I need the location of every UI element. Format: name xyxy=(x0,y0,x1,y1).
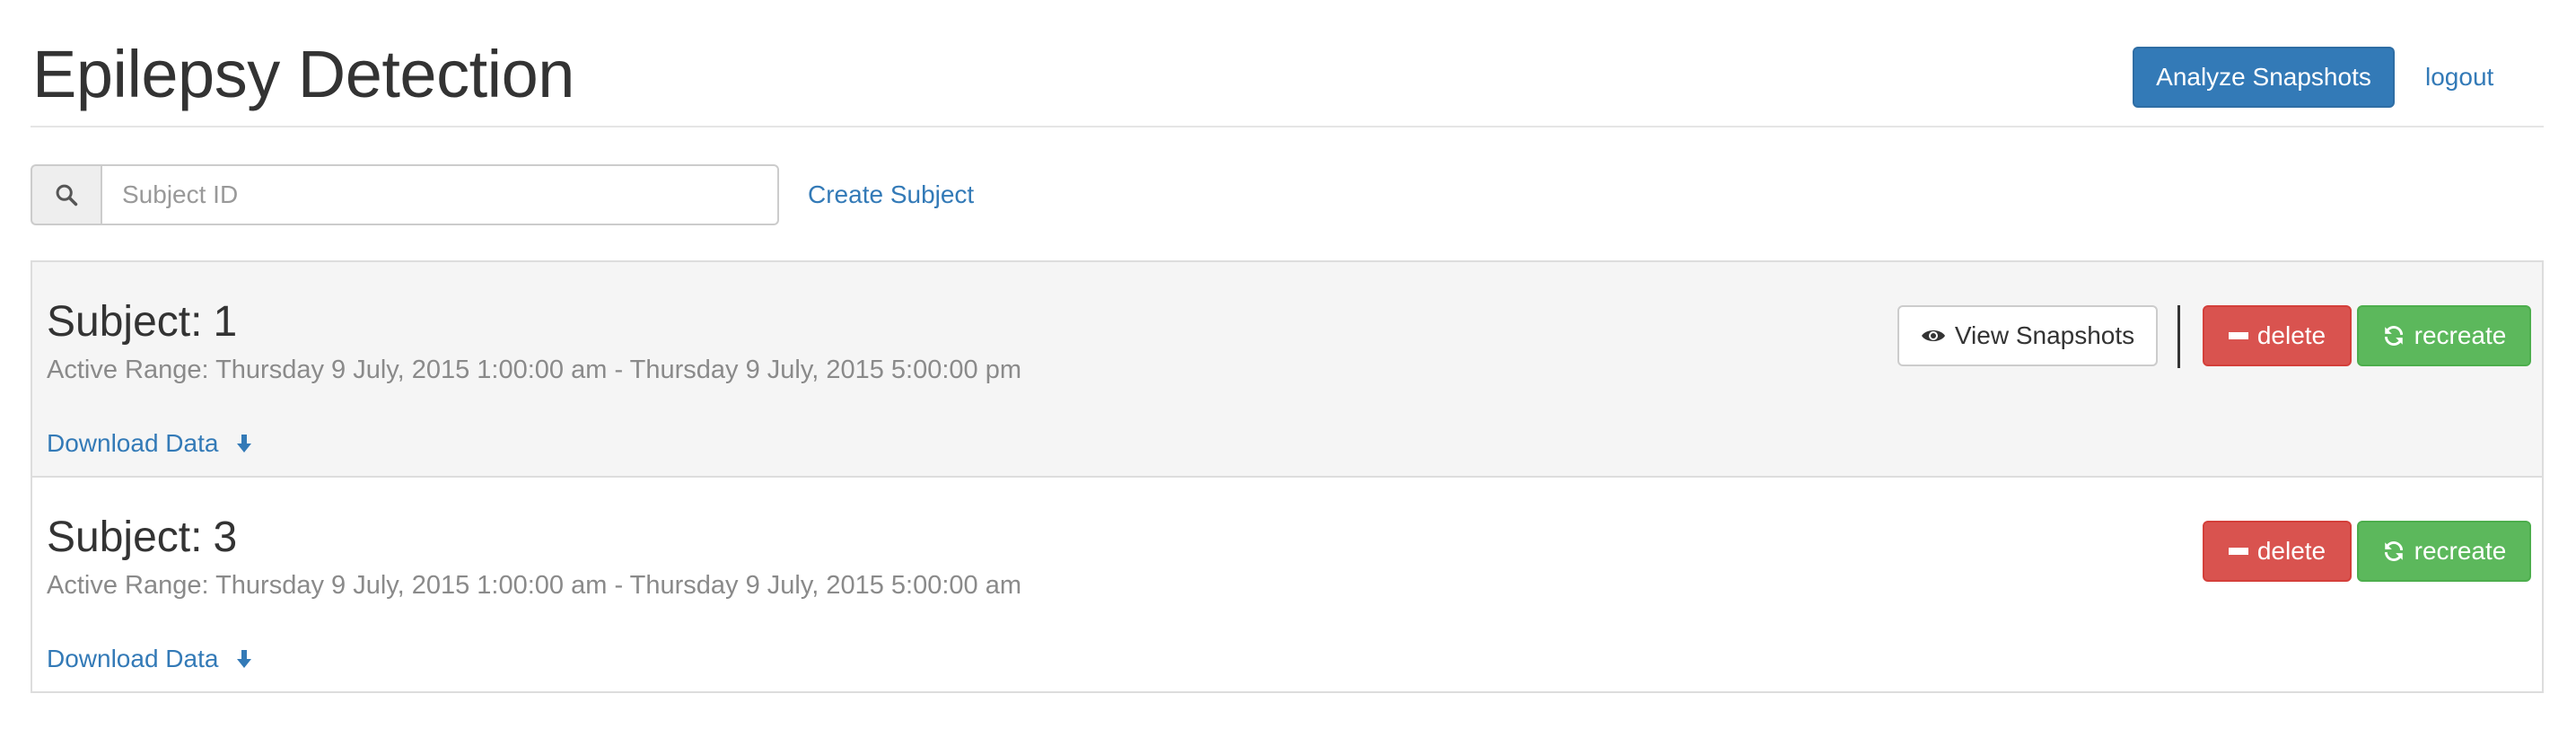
search-icon xyxy=(56,184,78,206)
header: Epilepsy Detection Analyze Snapshots log… xyxy=(31,0,2544,127)
subject-title: Subject: 1 xyxy=(47,296,237,348)
subject-list-item: Subject: 1 Active Range: Thursday 9 July,… xyxy=(31,260,2544,478)
search-group xyxy=(31,164,779,225)
download-arrow-icon xyxy=(237,435,252,452)
download-arrow-icon xyxy=(237,650,252,668)
minus-icon xyxy=(2228,331,2248,340)
recreate-label: recreate xyxy=(2414,321,2507,349)
page: Epilepsy Detection Analyze Snapshots log… xyxy=(0,0,2576,729)
page-title: Epilepsy Detection xyxy=(32,37,574,111)
download-data-label: Download Data xyxy=(47,429,219,457)
recreate-button[interactable]: recreate xyxy=(2357,521,2531,582)
create-subject-link[interactable]: Create Subject xyxy=(808,164,974,225)
subject-label: Subject: xyxy=(47,298,203,346)
download-data-link[interactable]: Download Data xyxy=(47,426,252,461)
subject-title: Subject: 3 xyxy=(47,512,237,564)
download-data-link[interactable]: Download Data xyxy=(47,641,252,677)
subject-id: 1 xyxy=(213,298,238,346)
active-range: Active Range: Thursday 9 July, 2015 1:00… xyxy=(47,571,1021,600)
recreate-button[interactable]: recreate xyxy=(2357,305,2531,366)
view-snapshots-button[interactable]: View Snapshots xyxy=(1897,305,2158,366)
active-range: Active Range: Thursday 9 July, 2015 1:00… xyxy=(47,356,1021,384)
recreate-label: recreate xyxy=(2414,537,2507,565)
search-addon xyxy=(31,164,101,225)
refresh-icon xyxy=(2382,540,2405,563)
refresh-icon xyxy=(2382,324,2405,347)
analyze-snapshots-button[interactable]: Analyze Snapshots xyxy=(2133,47,2395,108)
button-divider xyxy=(2177,305,2180,368)
download-data-label: Download Data xyxy=(47,645,219,672)
minus-icon xyxy=(2228,547,2248,556)
view-snapshots-label: View Snapshots xyxy=(1954,321,2135,349)
delete-button[interactable]: delete xyxy=(2203,305,2352,366)
delete-label: delete xyxy=(2256,321,2326,349)
logout-link[interactable]: logout xyxy=(2425,47,2493,108)
subject-list-item: Subject: 3 Active Range: Thursday 9 July,… xyxy=(31,476,2544,693)
delete-button[interactable]: delete xyxy=(2203,521,2352,582)
subject-id: 3 xyxy=(213,514,238,561)
subject-label: Subject: xyxy=(47,514,203,561)
eye-icon xyxy=(1921,327,1946,345)
delete-label: delete xyxy=(2256,537,2326,565)
subject-id-input[interactable] xyxy=(101,164,779,225)
